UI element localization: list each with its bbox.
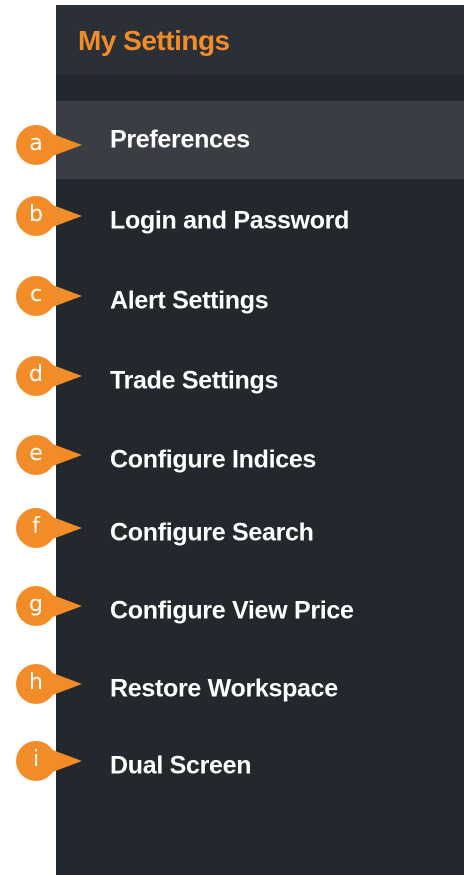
menu-item-label: Dual Screen bbox=[110, 751, 252, 780]
menu-item-label: Login and Password bbox=[110, 206, 350, 235]
callout-letter: i bbox=[32, 747, 40, 772]
callout-letter: b bbox=[29, 202, 43, 227]
callout-marker-h: h bbox=[16, 664, 84, 704]
callout-letter: f bbox=[32, 514, 40, 539]
menu-item-label: Configure Search bbox=[110, 518, 314, 547]
menu-item-label: Configure View Price bbox=[110, 596, 354, 625]
menu-item-dual-screen[interactable]: Dual Screen bbox=[56, 736, 464, 796]
menu-item-trade-settings[interactable]: Trade Settings bbox=[56, 351, 464, 411]
menu-item-configure-view-price[interactable]: Configure View Price bbox=[56, 581, 464, 641]
settings-panel: My Settings Preferences Login and Passwo… bbox=[56, 5, 464, 875]
menu-item-preferences[interactable]: Preferences bbox=[56, 110, 464, 170]
callout-marker-c: c bbox=[16, 276, 84, 316]
menu-item-restore-workspace[interactable]: Restore Workspace bbox=[56, 659, 464, 719]
callout-letter: e bbox=[29, 441, 43, 466]
callout-letter: h bbox=[29, 670, 43, 695]
panel-title: My Settings bbox=[78, 25, 230, 56]
menu-item-configure-indices[interactable]: Configure Indices bbox=[56, 430, 464, 490]
menu-item-label: Restore Workspace bbox=[110, 674, 338, 703]
menu-item-label: Alert Settings bbox=[110, 286, 269, 315]
callout-marker-i: i bbox=[16, 741, 84, 781]
callout-marker-d: d bbox=[16, 356, 84, 396]
callout-marker-g: g bbox=[16, 586, 84, 626]
callout-marker-f: f bbox=[16, 508, 84, 548]
callout-letter: a bbox=[29, 131, 43, 156]
callout-letter: d bbox=[29, 362, 43, 387]
menu-item-label: Trade Settings bbox=[110, 366, 279, 395]
callout-letter: g bbox=[29, 592, 43, 617]
menu-item-alert-settings[interactable]: Alert Settings bbox=[56, 271, 464, 331]
callout-marker-a: a bbox=[16, 125, 84, 165]
panel-header: My Settings bbox=[56, 5, 464, 75]
callout-letter: c bbox=[29, 282, 43, 307]
menu-item-label: Preferences bbox=[110, 125, 250, 154]
menu-item-login-and-password[interactable]: Login and Password bbox=[56, 191, 464, 251]
callout-marker-e: e bbox=[16, 435, 84, 475]
menu-item-label: Configure Indices bbox=[110, 445, 317, 474]
callout-marker-b: b bbox=[16, 196, 84, 236]
menu-item-configure-search[interactable]: Configure Search bbox=[56, 503, 464, 563]
